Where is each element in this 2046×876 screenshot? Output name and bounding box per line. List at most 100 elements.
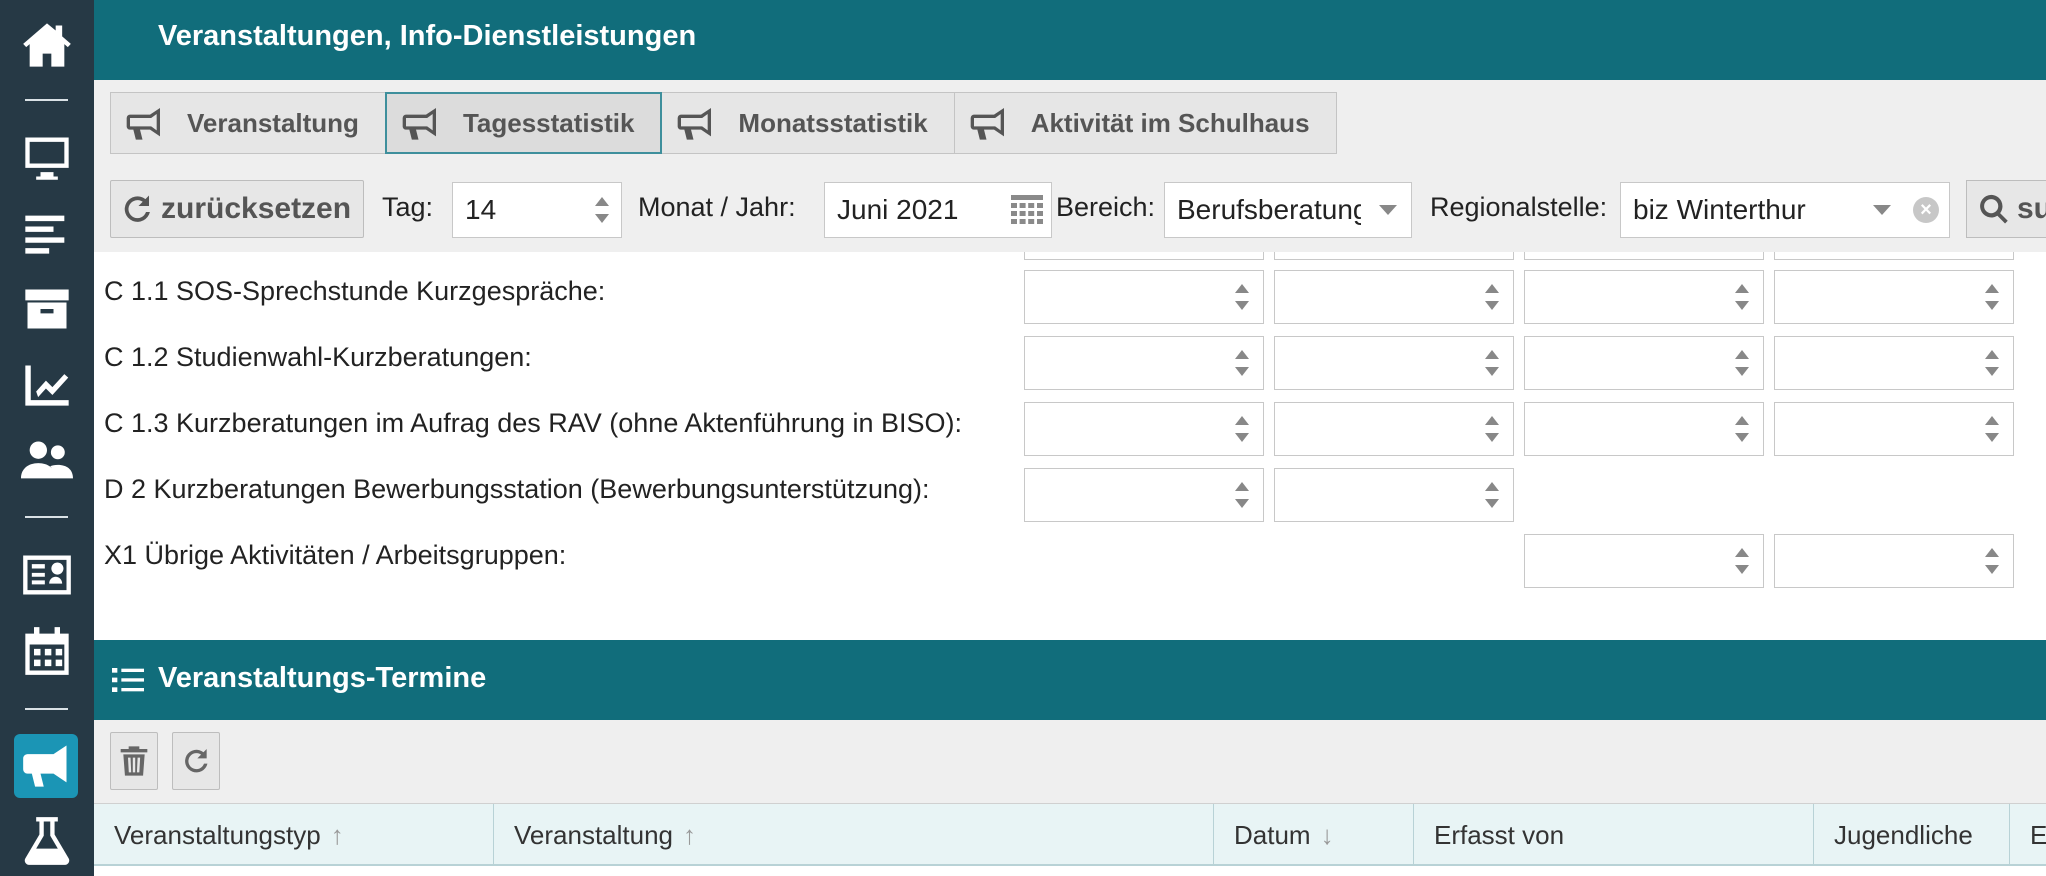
tab-veranstaltung[interactable]: Veranstaltung: [110, 92, 386, 154]
region-label: Regionalstelle:: [1430, 192, 1608, 222]
tab-bar: Veranstaltung Tagesstatistik Monatsstati…: [110, 92, 1337, 154]
stepper[interactable]: [1233, 414, 1249, 444]
stepper[interactable]: [1983, 414, 1999, 444]
stepper[interactable]: [1233, 282, 1249, 312]
tab-aktivitaet-im-schulhaus[interactable]: Aktivität im Schulhaus: [953, 92, 1337, 154]
day-stepper[interactable]: [593, 195, 609, 225]
number-input[interactable]: [1024, 468, 1264, 522]
number-input[interactable]: [1774, 336, 2014, 390]
number-input[interactable]: [1774, 534, 2014, 588]
area-select[interactable]: Berufsberatung: [1164, 182, 1412, 238]
column-header-e[interactable]: E: [2010, 804, 2046, 866]
stepper[interactable]: [1233, 348, 1249, 378]
sidebar-item-statistics[interactable]: [0, 350, 94, 420]
number-input[interactable]: [1524, 270, 1764, 324]
stepper[interactable]: [1483, 414, 1499, 444]
column-label: Jugendliche: [1834, 819, 1973, 850]
stepper[interactable]: [1983, 282, 1999, 312]
row-label: C 1.3 Kurzberatungen im Aufrag des RAV (…: [104, 408, 962, 438]
sidebar-item-users[interactable]: [0, 426, 94, 496]
sidebar-item-events[interactable]: [0, 730, 94, 800]
column-label: Datum: [1234, 819, 1311, 850]
day-value: 14: [465, 194, 497, 225]
number-input[interactable]: [1774, 270, 2014, 324]
sort-descending-icon: ↓: [1320, 819, 1334, 850]
number-input[interactable]: [1524, 336, 1764, 390]
refresh-icon: [185, 749, 208, 773]
sidebar-separator: [25, 99, 68, 101]
day-input[interactable]: 14: [452, 182, 622, 238]
sidebar-separator: [25, 708, 68, 710]
number-input[interactable]: [1274, 468, 1514, 522]
row-label: D 2 Kurzberatungen Bewerbungsstation (Be…: [104, 474, 930, 504]
refresh-button[interactable]: [172, 732, 220, 790]
number-input[interactable]: [1274, 252, 1514, 260]
number-input[interactable]: [1274, 402, 1514, 456]
reset-label: zurücksetzen: [161, 192, 352, 225]
filter-bar: zurücksetzen Tag: 14 Monat / Jahr: Juni …: [110, 180, 2046, 240]
number-input[interactable]: [1274, 336, 1514, 390]
search-button[interactable]: suchen: [1966, 180, 2046, 238]
sidebar: [0, 0, 94, 876]
number-input[interactable]: [1524, 534, 1764, 588]
column-header-veranstaltungstyp[interactable]: Veranstaltungstyp ↑: [94, 804, 494, 866]
tab-tagesstatistik[interactable]: Tagesstatistik: [384, 92, 663, 154]
table-header: Veranstaltungstyp ↑ Veranstaltung ↑ Datu…: [94, 804, 2046, 866]
megaphone-icon: [126, 108, 160, 140]
tab-monatsstatistik[interactable]: Monatsstatistik: [661, 92, 955, 154]
number-input[interactable]: [1524, 402, 1764, 456]
sidebar-item-contacts[interactable]: [0, 540, 94, 610]
number-input[interactable]: [1524, 252, 1764, 260]
column-header-erfasst-von[interactable]: Erfasst von: [1414, 804, 1814, 866]
stepper[interactable]: [1233, 480, 1249, 510]
stepper[interactable]: [1983, 348, 1999, 378]
row-label: C 1.1 SOS-Sprechstunde Kurzgespräche:: [104, 276, 606, 306]
stepper[interactable]: [1733, 546, 1749, 576]
tab-label: Tagesstatistik: [462, 107, 635, 138]
search-icon: [1980, 194, 2008, 224]
sidebar-item-calendar[interactable]: [0, 616, 94, 686]
chevron-down-icon[interactable]: [1379, 205, 1397, 215]
number-input[interactable]: [1774, 252, 2014, 260]
stepper[interactable]: [1483, 282, 1499, 312]
clear-icon[interactable]: ×: [1913, 197, 1939, 223]
chevron-down-icon[interactable]: [1873, 205, 1891, 215]
column-header-veranstaltung[interactable]: Veranstaltung ↑: [494, 804, 1214, 866]
number-input[interactable]: [1024, 270, 1264, 324]
number-input[interactable]: [1024, 336, 1264, 390]
stepper[interactable]: [1733, 282, 1749, 312]
desktop-icon: [25, 137, 69, 180]
region-value: biz Winterthur: [1633, 194, 1806, 225]
sidebar-item-lab[interactable]: [0, 806, 94, 876]
sidebar-item-desktop[interactable]: [0, 122, 94, 192]
sidebar-item-home[interactable]: [0, 10, 94, 80]
region-select[interactable]: biz Winterthur ×: [1620, 182, 1950, 238]
list-icon: [112, 668, 144, 692]
page-title: Veranstaltungen, Info-Dienstleistungen: [158, 20, 697, 52]
reset-button[interactable]: zurücksetzen: [110, 180, 364, 238]
tab-label: Monatsstatistik: [738, 107, 928, 138]
number-input[interactable]: [1774, 402, 2014, 456]
tab-label: Aktivität im Schulhaus: [1030, 107, 1310, 138]
trash-icon: [120, 746, 148, 776]
toolbar: Veranstaltung Tagesstatistik Monatsstati…: [94, 80, 2046, 252]
number-input[interactable]: [1274, 270, 1514, 324]
stepper[interactable]: [1483, 480, 1499, 510]
column-header-jugendliche[interactable]: Jugendliche: [1814, 804, 2010, 866]
stepper[interactable]: [1733, 348, 1749, 378]
calendar-grid-icon[interactable]: [1011, 195, 1043, 225]
delete-button[interactable]: [110, 732, 158, 790]
section-toolbar: [94, 720, 2046, 804]
sidebar-item-archive[interactable]: [0, 274, 94, 344]
column-header-datum[interactable]: Datum ↓: [1214, 804, 1414, 866]
number-input[interactable]: [1024, 252, 1264, 260]
stepper[interactable]: [1483, 348, 1499, 378]
tab-label: Veranstaltung: [187, 107, 359, 138]
column-label: E: [2030, 819, 2046, 850]
stepper[interactable]: [1983, 546, 1999, 576]
sidebar-item-list[interactable]: [0, 198, 94, 268]
month-year-input[interactable]: Juni 2021: [824, 182, 1052, 238]
row-label: X1 Übrige Aktivitäten / Arbeitsgruppen:: [104, 540, 567, 570]
stepper[interactable]: [1733, 414, 1749, 444]
number-input[interactable]: [1024, 402, 1264, 456]
